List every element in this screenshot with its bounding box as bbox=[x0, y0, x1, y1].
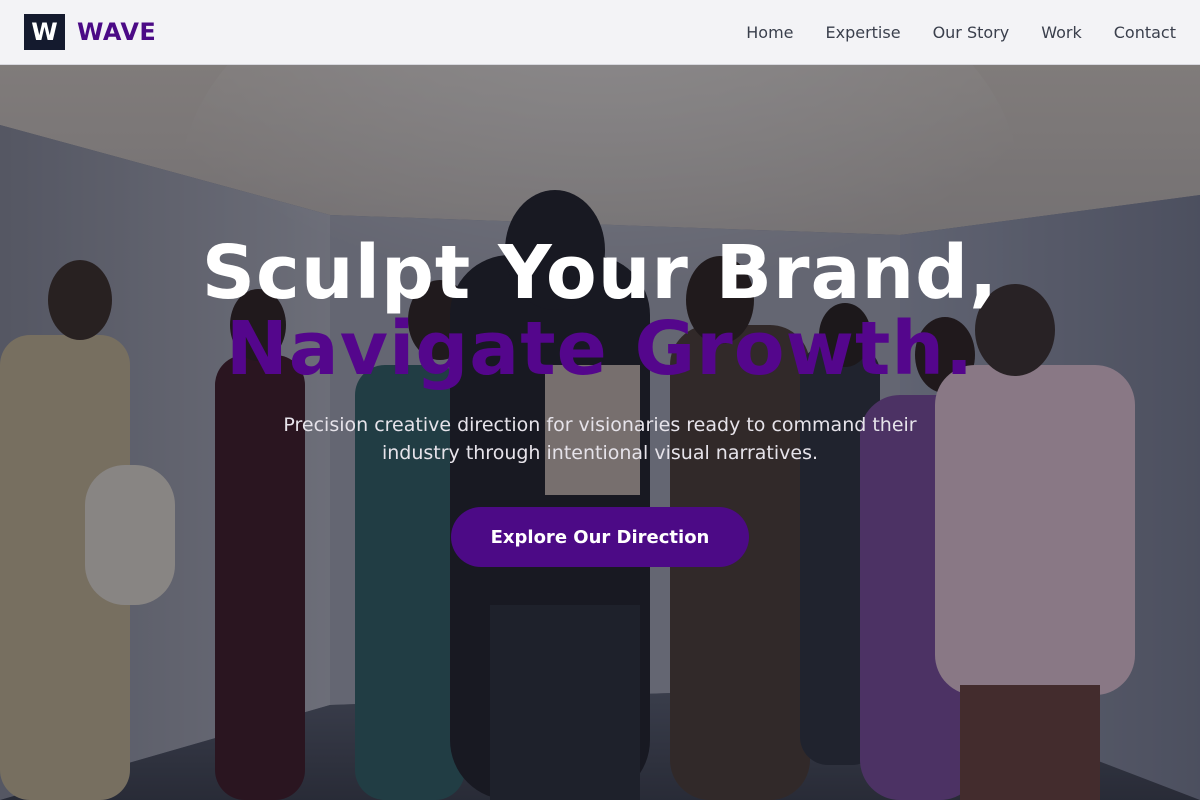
site-header: W WAVE Home Expertise Our Story Work Con… bbox=[0, 0, 1200, 65]
main-nav: Home Expertise Our Story Work Contact bbox=[746, 23, 1176, 42]
hero-headline-line2: Navigate Growth. bbox=[225, 306, 975, 392]
nav-link-work[interactable]: Work bbox=[1041, 23, 1082, 42]
explore-direction-button[interactable]: Explore Our Direction bbox=[451, 507, 749, 567]
brand-name: WAVE bbox=[77, 18, 157, 46]
hero-subtitle: Precision creative direction for visiona… bbox=[283, 414, 917, 464]
hero-section: Sculpt Your Brand, Navigate Growth. Prec… bbox=[0, 65, 1200, 800]
hero-headline-line1: Sculpt Your Brand, bbox=[201, 230, 999, 316]
brand-logo-link[interactable]: W WAVE bbox=[24, 14, 156, 50]
hero-content: Sculpt Your Brand, Navigate Growth. Prec… bbox=[0, 65, 1200, 800]
nav-link-contact[interactable]: Contact bbox=[1114, 23, 1176, 42]
nav-link-expertise[interactable]: Expertise bbox=[826, 23, 901, 42]
nav-link-our-story[interactable]: Our Story bbox=[933, 23, 1010, 42]
nav-link-home[interactable]: Home bbox=[746, 23, 793, 42]
logo-mark: W bbox=[24, 14, 65, 50]
logo-letter: W bbox=[31, 18, 58, 46]
landing-page: W WAVE Home Expertise Our Story Work Con… bbox=[0, 0, 1200, 800]
